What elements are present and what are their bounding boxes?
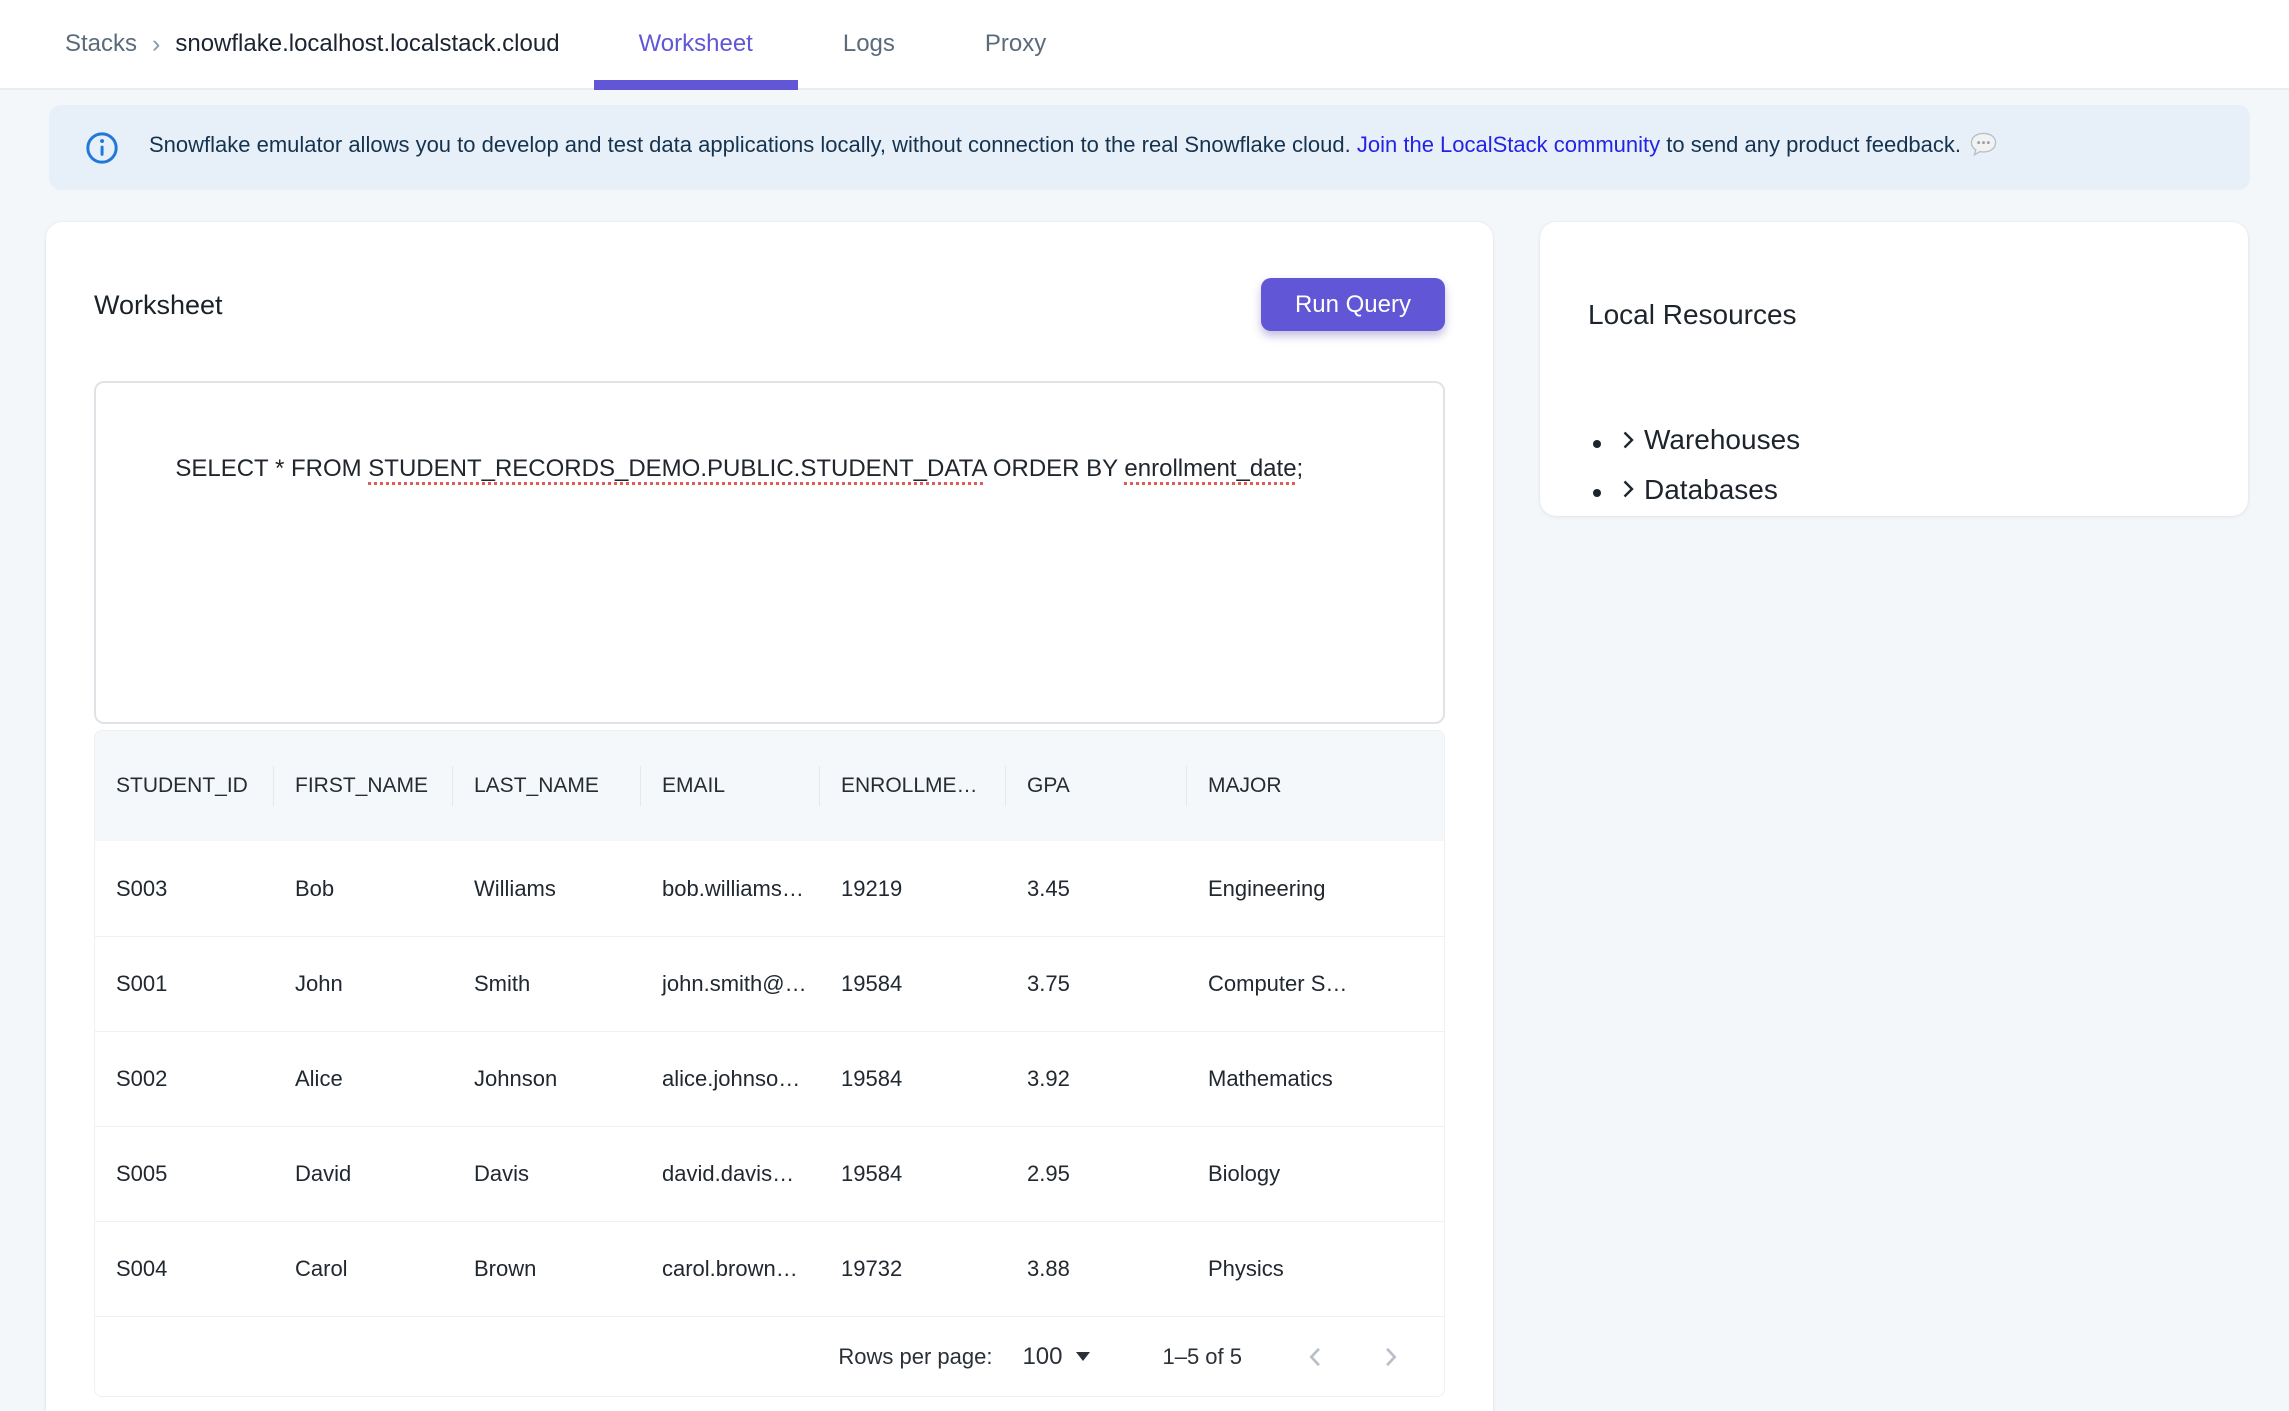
chevron-right-icon bbox=[1616, 477, 1640, 501]
breadcrumb-separator-icon: › bbox=[152, 30, 160, 59]
table-cell[interactable]: 19584 bbox=[820, 1161, 1006, 1187]
resource-item-warehouses[interactable]: Warehouses bbox=[1616, 416, 2208, 466]
rows-per-page-label: Rows per page: bbox=[838, 1344, 992, 1370]
table-cell[interactable]: S004 bbox=[95, 1256, 274, 1282]
table-cell[interactable]: 3.45 bbox=[1006, 876, 1187, 902]
table-row: S003BobWilliamsbob.williams…192193.45Eng… bbox=[95, 841, 1444, 936]
rows-per-page-select[interactable]: 100 bbox=[1022, 1343, 1090, 1371]
table-cell[interactable]: Williams bbox=[453, 876, 641, 902]
table-cell[interactable]: Bob bbox=[274, 876, 453, 902]
table-cell[interactable]: 3.75 bbox=[1006, 971, 1187, 997]
table-cell[interactable]: Brown bbox=[453, 1256, 641, 1282]
column-header-studentid[interactable]: STUDENT_ID bbox=[95, 731, 274, 841]
sql-segment: SELECT * FROM bbox=[175, 455, 368, 482]
table-cell[interactable]: S001 bbox=[95, 971, 274, 997]
table-row: S002AliceJohnsonalice.johnso…195843.92Ma… bbox=[95, 1031, 1444, 1126]
table-cell[interactable]: 19584 bbox=[820, 971, 1006, 997]
table-cell[interactable]: S005 bbox=[95, 1161, 274, 1187]
table-cell[interactable]: S002 bbox=[95, 1066, 274, 1092]
info-banner: Snowflake emulator allows you to develop… bbox=[49, 105, 2250, 190]
table-cell[interactable]: Computer S… bbox=[1187, 971, 1444, 997]
table-cell[interactable]: S003 bbox=[95, 876, 274, 902]
table-cell[interactable]: 3.88 bbox=[1006, 1256, 1187, 1282]
table-row: S001JohnSmithjohn.smith@…195843.75Comput… bbox=[95, 936, 1444, 1031]
breadcrumb-current: snowflake.localhost.localstack.cloud bbox=[175, 30, 559, 58]
table-cell[interactable]: Davis bbox=[453, 1161, 641, 1187]
worksheet-card-header: Worksheet Run Query bbox=[94, 222, 1445, 331]
table-cell[interactable]: Biology bbox=[1187, 1161, 1444, 1187]
table-cell[interactable]: Mathematics bbox=[1187, 1066, 1444, 1092]
sql-editor-text: SELECT * FROM STUDENT_RECORDS_DEMO.PUBLI… bbox=[175, 455, 1303, 482]
table-cell[interactable]: David bbox=[274, 1161, 453, 1187]
previous-page-button[interactable] bbox=[1292, 1333, 1340, 1381]
tab-worksheet[interactable]: Worksheet bbox=[594, 0, 798, 88]
table-cell[interactable]: 3.92 bbox=[1006, 1066, 1187, 1092]
table-cell[interactable]: bob.williams… bbox=[641, 876, 820, 902]
sql-segment: ; bbox=[1297, 455, 1304, 482]
table-body: S003BobWilliamsbob.williams…192193.45Eng… bbox=[95, 841, 1444, 1316]
table-cell[interactable]: Alice bbox=[274, 1066, 453, 1092]
banner-text-before: Snowflake emulator allows you to develop… bbox=[149, 132, 1357, 157]
table-cell[interactable]: Carol bbox=[274, 1256, 453, 1282]
tab-bar: WorksheetLogsProxy bbox=[594, 0, 1092, 88]
column-header-email[interactable]: EMAIL bbox=[641, 731, 820, 841]
next-page-button[interactable] bbox=[1366, 1333, 1414, 1381]
pagination-range: 1–5 of 5 bbox=[1162, 1344, 1242, 1370]
sql-segment: enrollment_date bbox=[1124, 455, 1296, 482]
column-header-gpa[interactable]: GPA bbox=[1006, 731, 1187, 841]
resource-item-databases[interactable]: Databases bbox=[1616, 466, 2208, 516]
table-row: S005DavidDavisdavid.davis…195842.95Biolo… bbox=[95, 1126, 1444, 1221]
resource-item-label: Databases bbox=[1644, 466, 1778, 513]
run-query-button[interactable]: Run Query bbox=[1261, 278, 1445, 331]
local-resources-card: Local Resources WarehousesDatabases bbox=[1540, 222, 2248, 516]
chevron-right-icon bbox=[1376, 1343, 1404, 1371]
rows-per-page-value: 100 bbox=[1022, 1343, 1062, 1371]
breadcrumb: Stacks › snowflake.localhost.localstack.… bbox=[65, 0, 560, 88]
tab-logs[interactable]: Logs bbox=[798, 0, 940, 88]
page: Stacks › snowflake.localhost.localstack.… bbox=[0, 0, 2289, 1411]
banner-text: Snowflake emulator allows you to develop… bbox=[149, 131, 1998, 164]
table-cell[interactable]: 19732 bbox=[820, 1256, 1006, 1282]
table-row: S004CarolBrowncarol.brown…197323.88Physi… bbox=[95, 1221, 1444, 1316]
pagination: Rows per page: 100 1–5 of 5 bbox=[95, 1316, 1444, 1396]
worksheet-title: Worksheet bbox=[94, 289, 223, 321]
table-cell[interactable]: john.smith@… bbox=[641, 971, 820, 997]
table-cell[interactable]: alice.johnso… bbox=[641, 1066, 820, 1092]
column-header-lastname[interactable]: LAST_NAME bbox=[453, 731, 641, 841]
table-cell[interactable]: Physics bbox=[1187, 1256, 1444, 1282]
sql-editor[interactable]: SELECT * FROM STUDENT_RECORDS_DEMO.PUBLI… bbox=[94, 381, 1445, 724]
top-navigation: Stacks › snowflake.localhost.localstack.… bbox=[0, 0, 2289, 90]
table-cell[interactable]: 19219 bbox=[820, 876, 1006, 902]
table-cell[interactable]: 2.95 bbox=[1006, 1161, 1187, 1187]
chevron-right-icon bbox=[1616, 428, 1640, 452]
banner-text-after: to send any product feedback. bbox=[1660, 132, 1961, 157]
speech-balloon-icon bbox=[1969, 131, 1998, 164]
worksheet-card: Worksheet Run Query SELECT * FROM STUDEN… bbox=[46, 222, 1493, 1411]
column-header-major[interactable]: MAJOR bbox=[1187, 731, 1444, 841]
sql-segment: ORDER BY bbox=[986, 455, 1124, 482]
table-header-row: STUDENT_IDFIRST_NAMELAST_NAMEEMAILENROLL… bbox=[95, 731, 1444, 841]
info-icon bbox=[85, 131, 119, 165]
table-cell[interactable]: david.davis… bbox=[641, 1161, 820, 1187]
resource-item-label: Warehouses bbox=[1644, 416, 1800, 463]
local-resources-title: Local Resources bbox=[1588, 298, 2208, 332]
table-cell[interactable]: Engineering bbox=[1187, 876, 1444, 902]
table-cell[interactable]: Smith bbox=[453, 971, 641, 997]
table-cell[interactable]: carol.brown… bbox=[641, 1256, 820, 1282]
table-cell[interactable]: Johnson bbox=[453, 1066, 641, 1092]
main-content: Worksheet Run Query SELECT * FROM STUDEN… bbox=[0, 190, 2289, 1411]
column-header-enrollme[interactable]: ENROLLME… bbox=[820, 731, 1006, 841]
table-cell[interactable]: John bbox=[274, 971, 453, 997]
results-table: STUDENT_IDFIRST_NAMELAST_NAMEEMAILENROLL… bbox=[94, 730, 1445, 1397]
resources-list: WarehousesDatabases bbox=[1588, 416, 2208, 515]
breadcrumb-stacks[interactable]: Stacks bbox=[65, 30, 137, 58]
sql-segment: STUDENT_RECORDS_DEMO.PUBLIC.STUDENT_DATA bbox=[368, 455, 986, 482]
column-header-firstname[interactable]: FIRST_NAME bbox=[274, 731, 453, 841]
chevron-left-icon bbox=[1302, 1343, 1330, 1371]
tab-proxy[interactable]: Proxy bbox=[940, 0, 1091, 88]
table-cell[interactable]: 19584 bbox=[820, 1066, 1006, 1092]
caret-down-icon bbox=[1076, 1352, 1090, 1361]
community-link[interactable]: Join the LocalStack community bbox=[1357, 132, 1660, 157]
